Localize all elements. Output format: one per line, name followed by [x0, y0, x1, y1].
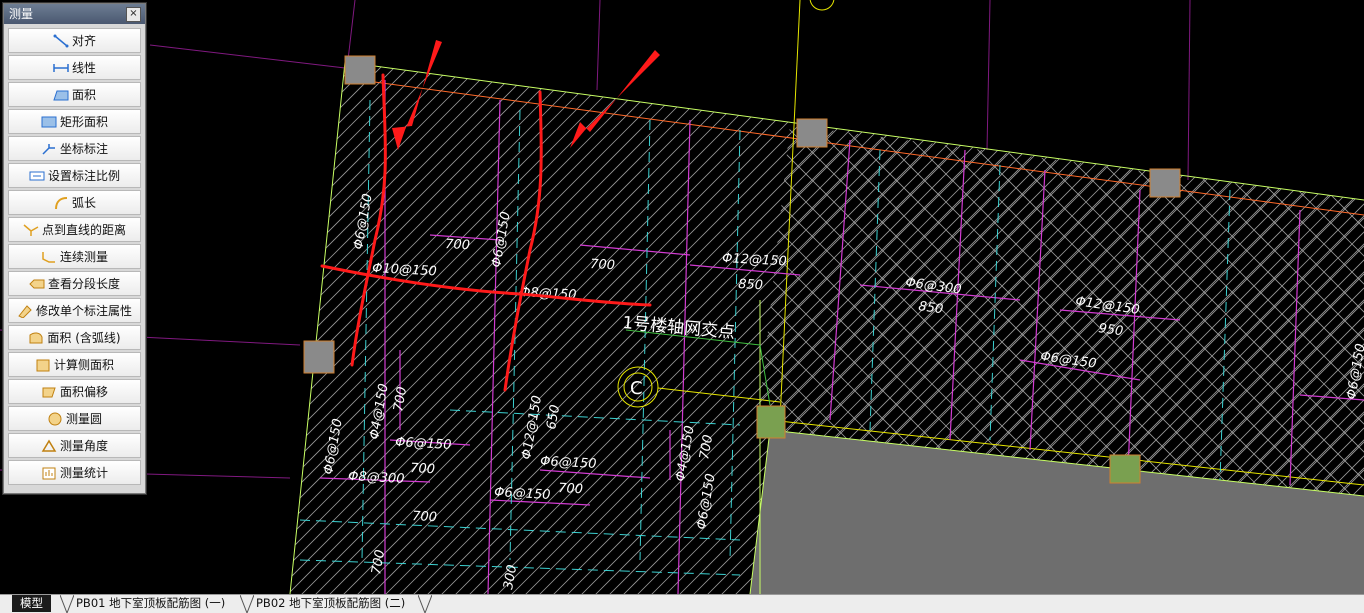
tool-linear-button[interactable]: 线性 [8, 55, 141, 80]
area-offset-icon [41, 385, 57, 399]
rebar-label: 700 [558, 481, 584, 497]
rebar-label: 300 [501, 564, 520, 591]
rebar-label: Φ4@150 [367, 383, 392, 441]
measure-tool-list: 对齐线性面积矩形面积坐标标注设置标注比例 弧长点到直线的距离 连续测量查看分段长度修… [8, 28, 141, 487]
tool-label: 点到直线的距离 [41, 223, 126, 237]
modify-dim-icon [17, 304, 33, 318]
tool-continuous-button[interactable]: 连续测量 [8, 244, 141, 269]
tool-label: 坐标标注 [59, 142, 108, 156]
measure-panel-title[interactable]: 测量 × [4, 4, 145, 24]
tool-coord-button[interactable]: 坐标标注 [8, 136, 141, 161]
measure-stats-icon [41, 466, 57, 480]
rebar-label: 700 [412, 509, 438, 525]
measure-circle-icon [47, 412, 63, 426]
align-icon [53, 34, 69, 48]
scale-icon [29, 169, 45, 183]
tool-label: 面积偏移 [59, 385, 108, 399]
point-to-line-icon [23, 223, 39, 237]
rebar-label: Φ8@300 [348, 469, 405, 487]
tool-stats-button[interactable]: 测量统计 [8, 460, 141, 485]
tool-label: 面积 [71, 88, 96, 102]
tool-rect-area-button[interactable]: 矩形面积 [8, 109, 141, 134]
tool-side-area-button[interactable]: 计算侧面积 [8, 352, 141, 377]
tool-label: 测量圆 [65, 412, 102, 426]
area-icon [53, 88, 69, 102]
rebar-label: 850 [738, 277, 764, 293]
tool-area-offset-button[interactable]: 面积偏移 [8, 379, 141, 404]
rebar-label: 950 [1097, 321, 1124, 339]
rebar-label: Φ6@150 [395, 435, 452, 453]
cad-drawing-canvas[interactable]: C Φ6@150 Φ10@150 700 Φ6@150 700 Φ8@150 Φ12@150… [0, 0, 1364, 594]
rebar-label: Φ6@150 [351, 193, 376, 251]
area-arc-icon [28, 331, 44, 345]
linear-dim-icon [53, 61, 69, 75]
rebar-label: Φ12@150 [519, 394, 545, 460]
tab-separator-icon [418, 595, 432, 613]
tool-area-button[interactable]: 面积 [8, 82, 141, 107]
red-arrows [392, 40, 660, 150]
tool-label: 矩形面积 [59, 115, 108, 129]
rebar-label: Φ6@150 [540, 454, 597, 472]
rebar-label: Φ6@150 [694, 473, 719, 531]
layout-tab-bar: 模型 PB01 地下室顶板配筋图 (一) PB02 地下室顶板配筋图 (二) [0, 594, 1364, 613]
tool-circle-button[interactable]: 测量圆 [8, 406, 141, 431]
rebar-label: 650 [544, 404, 563, 431]
tool-label: 弧长 [71, 196, 96, 210]
arc-length-icon [53, 196, 69, 210]
measure-panel: 测量 × 对齐线性面积矩形面积坐标标注设置标注比例 弧长点到直线的距离 连续测量查看… [3, 3, 146, 494]
continuous-measure-icon [41, 250, 57, 264]
measure-panel-title-text: 测量 [9, 7, 34, 21]
tool-label: 查看分段长度 [47, 277, 120, 291]
tool-point-line-button[interactable]: 点到直线的距离 [8, 217, 141, 242]
tool-label: 测量角度 [59, 439, 108, 453]
tool-scale-button[interactable]: 设置标注比例 [8, 163, 141, 188]
rebar-label: Φ12@150 [722, 251, 787, 269]
tab-pb01[interactable]: PB01 地下室顶板配筋图 (一) [68, 595, 233, 612]
tool-label: 连续测量 [59, 250, 108, 264]
rebar-label: 700 [410, 461, 436, 477]
tool-align-button[interactable]: 对齐 [8, 28, 141, 53]
segment-length-icon [29, 277, 45, 291]
measure-angle-icon [41, 439, 57, 453]
rebar-label: 700 [590, 257, 616, 273]
rebar-label: 700 [445, 237, 471, 253]
tool-label: 计算侧面积 [53, 358, 114, 372]
tool-angle-button[interactable]: 测量角度 [8, 433, 141, 458]
tab-pb02[interactable]: PB02 地下室顶板配筋图 (二) [248, 595, 413, 612]
close-icon[interactable]: × [126, 7, 141, 22]
rebar-label: 850 [917, 299, 944, 317]
tool-arc-button[interactable]: 弧长 [8, 190, 141, 215]
rebar-label: 700 [697, 434, 716, 461]
tool-modify-button[interactable]: 修改单个标注属性 [8, 298, 141, 323]
rect-area-icon [41, 115, 57, 129]
tool-label: 线性 [71, 61, 96, 75]
tool-label: 设置标注比例 [47, 169, 120, 183]
tool-label: 修改单个标注属性 [35, 304, 132, 318]
rebar-label: Φ6@150 [321, 418, 346, 476]
coordinate-icon [41, 142, 57, 156]
side-area-icon [35, 358, 51, 372]
rebar-label: Φ6@150 [494, 485, 551, 503]
tool-segment-button[interactable]: 查看分段长度 [8, 271, 141, 296]
tool-area-arc-button[interactable]: 面积 (含弧线) [8, 325, 141, 350]
tool-label: 面积 (含弧线) [47, 331, 121, 345]
rebar-label: 700 [391, 386, 410, 413]
tool-label: 对齐 [71, 34, 96, 48]
tool-label: 测量统计 [59, 466, 108, 480]
tab-model[interactable]: 模型 [12, 595, 51, 612]
svg-text:C: C [630, 378, 643, 399]
